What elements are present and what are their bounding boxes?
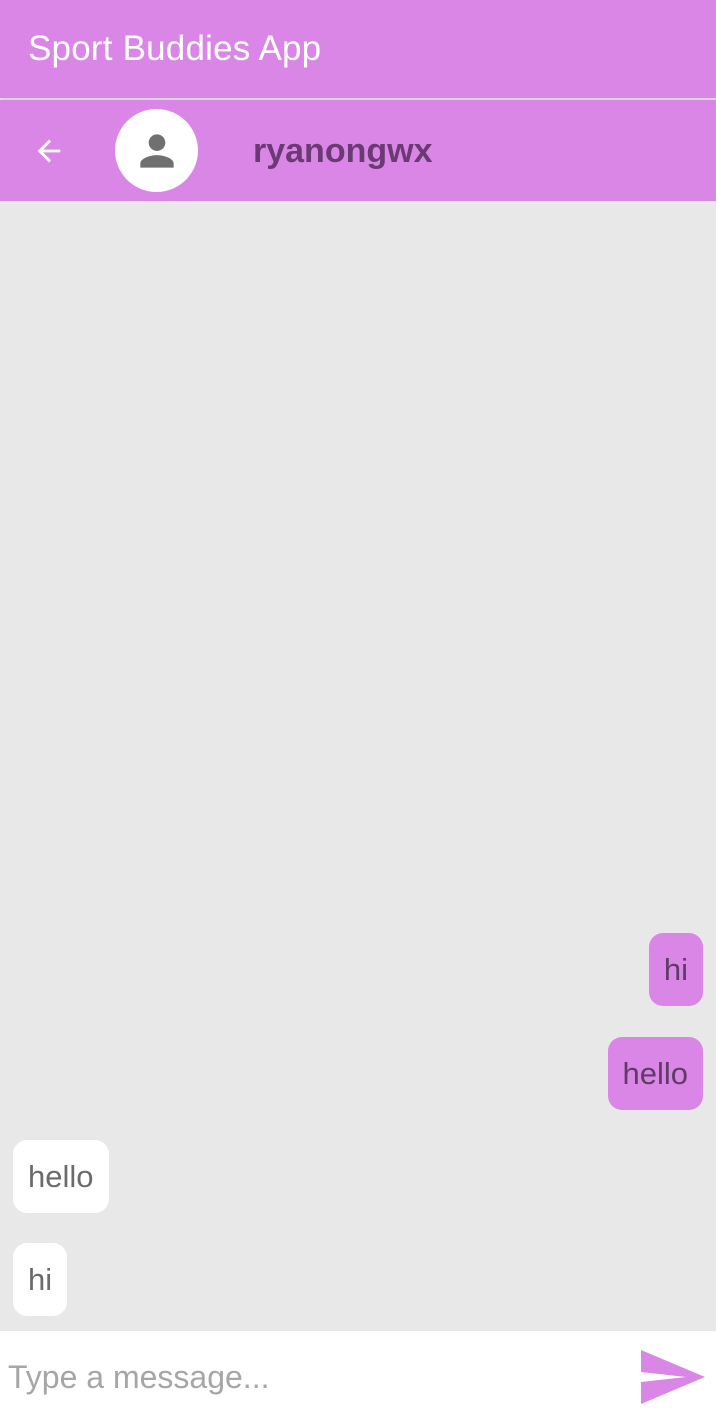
message-input[interactable] (0, 1337, 620, 1417)
message-bubble-received[interactable]: hi (13, 1243, 68, 1316)
send-icon (641, 1350, 705, 1404)
app-title: Sport Buddies App (28, 29, 322, 68)
message-bubble-sent[interactable]: hi (648, 933, 703, 1006)
message-bubble-sent[interactable]: hello (607, 1037, 703, 1110)
message-bubble-received[interactable]: hello (13, 1140, 109, 1213)
message-composer (0, 1331, 716, 1422)
back-button[interactable] (28, 130, 70, 172)
chat-header: ryanongwx (0, 100, 716, 201)
person-icon (139, 133, 174, 168)
contact-name[interactable]: ryanongwx (253, 130, 432, 172)
arrow-back-icon (37, 139, 61, 163)
send-button[interactable] (638, 1347, 708, 1407)
chat-screen: Sport Buddies App ryanongwx hi hello hel… (0, 0, 716, 1422)
avatar[interactable] (115, 109, 198, 192)
message-list[interactable]: hi hello hello hi (0, 201, 716, 1331)
app-bar: Sport Buddies App (0, 0, 716, 98)
